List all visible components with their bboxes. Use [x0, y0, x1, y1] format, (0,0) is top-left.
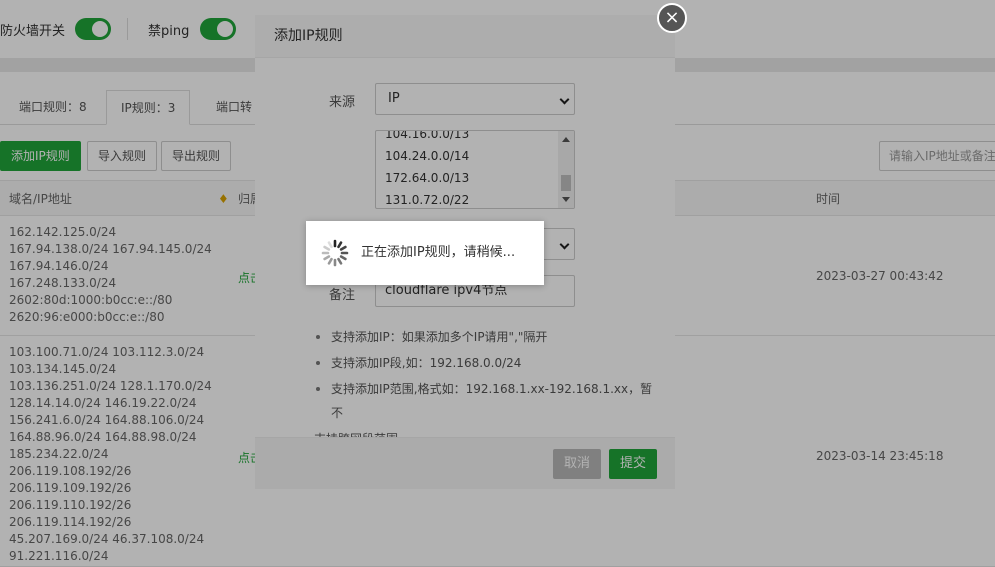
close-icon[interactable]: ×	[657, 3, 687, 33]
loading-toast: 正在添加IP规则，请稍候...	[306, 221, 544, 285]
loading-message: 正在添加IP规则，请稍候...	[361, 245, 516, 260]
loading-spinner-icon	[321, 239, 349, 267]
